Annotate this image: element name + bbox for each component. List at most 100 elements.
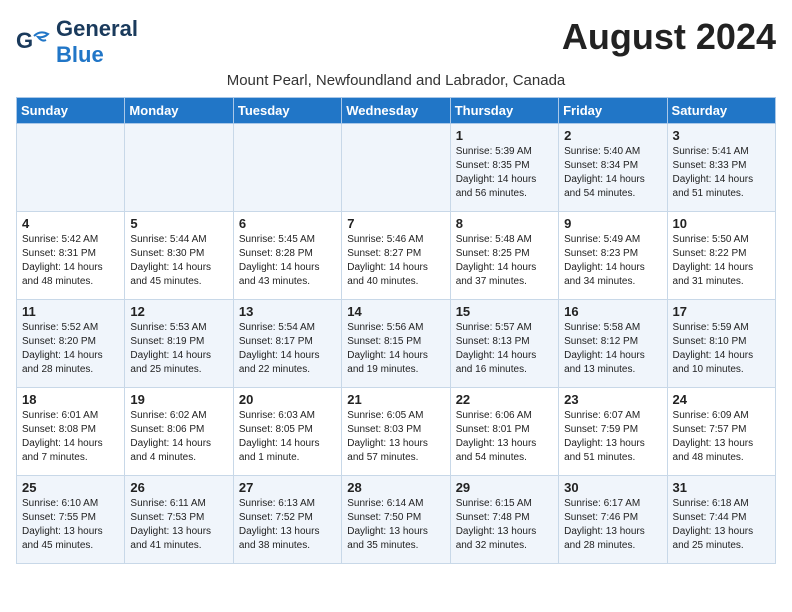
day-number: 20: [239, 392, 336, 407]
day-number: 27: [239, 480, 336, 495]
day-number: 19: [130, 392, 227, 407]
day-info: Sunrise: 6:17 AM Sunset: 7:46 PM Dayligh…: [564, 497, 661, 553]
calendar-cell: 18 Sunrise: 6:01 AM Sunset: 8:08 PM Dayli…: [17, 388, 125, 476]
day-info: Sunrise: 5:46 AM Sunset: 8:27 PM Dayligh…: [347, 233, 444, 289]
day-info: Sunrise: 5:40 AM Sunset: 8:34 PM Dayligh…: [564, 145, 661, 201]
calendar-cell: 7 Sunrise: 5:46 AM Sunset: 8:27 PM Daylig…: [342, 212, 450, 300]
svg-text:G: G: [16, 28, 33, 53]
calendar-cell: 1 Sunrise: 5:39 AM Sunset: 8:35 PM Daylig…: [450, 124, 558, 212]
day-number: 31: [673, 480, 770, 495]
calendar-cell: 24Sunrise: 6:09 AM Sunset: 7:57 PM Dayli…: [667, 388, 775, 476]
day-number: 29: [456, 480, 553, 495]
day-number: 12: [130, 304, 227, 319]
day-info: Sunrise: 6:03 AM Sunset: 8:05 PM Dayligh…: [239, 409, 336, 465]
day-info: Sunrise: 5:48 AM Sunset: 8:25 PM Dayligh…: [456, 233, 553, 289]
calendar-cell: 27 Sunrise: 6:13 AM Sunset: 7:52 PM Dayli…: [233, 476, 341, 564]
day-info: Sunrise: 5:50 AM Sunset: 8:22 PM Dayligh…: [673, 233, 770, 289]
day-number: 14: [347, 304, 444, 319]
calendar-cell: 29 Sunrise: 6:15 AM Sunset: 7:48 PM Dayli…: [450, 476, 558, 564]
day-info: Sunrise: 6:05 AM Sunset: 8:03 PM Dayligh…: [347, 409, 444, 465]
day-info: Sunrise: 6:01 AM Sunset: 8:08 PM Dayligh…: [22, 409, 119, 465]
day-info: Sunrise: 5:41 AM Sunset: 8:33 PM Dayligh…: [673, 145, 770, 201]
calendar-cell: 11Sunrise: 5:52 AM Sunset: 8:20 PM Dayli…: [17, 300, 125, 388]
day-info: Sunrise: 5:56 AM Sunset: 8:15 PM Dayligh…: [347, 321, 444, 377]
day-number: 22: [456, 392, 553, 407]
calendar-cell: 16 Sunrise: 5:58 AM Sunset: 8:12 PM Dayli…: [559, 300, 667, 388]
calendar-cell: 31 Sunrise: 6:18 AM Sunset: 7:44 PM Dayli…: [667, 476, 775, 564]
day-info: Sunrise: 6:15 AM Sunset: 7:48 PM Dayligh…: [456, 497, 553, 553]
calendar-cell: 15 Sunrise: 5:57 AM Sunset: 8:13 PM Dayli…: [450, 300, 558, 388]
weekday-header-monday: Monday: [125, 98, 233, 124]
calendar-cell: 20 Sunrise: 6:03 AM Sunset: 8:05 PM Dayli…: [233, 388, 341, 476]
day-info: Sunrise: 5:53 AM Sunset: 8:19 PM Dayligh…: [130, 321, 227, 377]
day-number: 7: [347, 216, 444, 231]
day-number: 5: [130, 216, 227, 231]
day-number: 17: [673, 304, 770, 319]
calendar-cell: 22 Sunrise: 6:06 AM Sunset: 8:01 PM Dayli…: [450, 388, 558, 476]
calendar-cell: 17 Sunrise: 5:59 AM Sunset: 8:10 PM Dayli…: [667, 300, 775, 388]
calendar-cell: 26Sunrise: 6:11 AM Sunset: 7:53 PM Dayli…: [125, 476, 233, 564]
calendar-cell: 10 Sunrise: 5:50 AM Sunset: 8:22 PM Dayli…: [667, 212, 775, 300]
day-number: 30: [564, 480, 661, 495]
location-title: Mount Pearl, Newfoundland and Labrador, …: [16, 72, 776, 89]
day-number: 13: [239, 304, 336, 319]
day-info: Sunrise: 6:10 AM Sunset: 7:55 PM Dayligh…: [22, 497, 119, 553]
logo-icon: G: [16, 28, 52, 56]
calendar-cell: 13 Sunrise: 5:54 AM Sunset: 8:17 PM Dayli…: [233, 300, 341, 388]
calendar-cell: 23 Sunrise: 6:07 AM Sunset: 7:59 PM Dayli…: [559, 388, 667, 476]
day-info: Sunrise: 6:14 AM Sunset: 7:50 PM Dayligh…: [347, 497, 444, 553]
day-info: Sunrise: 6:18 AM Sunset: 7:44 PM Dayligh…: [673, 497, 770, 553]
day-info: Sunrise: 5:42 AM Sunset: 8:31 PM Dayligh…: [22, 233, 119, 289]
day-info: Sunrise: 5:52 AM Sunset: 8:20 PM Dayligh…: [22, 321, 119, 377]
logo-general-text: General: [56, 16, 138, 41]
day-number: 15: [456, 304, 553, 319]
day-info: Sunrise: 6:02 AM Sunset: 8:06 PM Dayligh…: [130, 409, 227, 465]
day-number: 28: [347, 480, 444, 495]
calendar-cell: 9 Sunrise: 5:49 AM Sunset: 8:23 PM Daylig…: [559, 212, 667, 300]
day-number: 23: [564, 392, 661, 407]
page-header: G General Blue August 2024: [16, 16, 776, 68]
weekday-header-sunday: Sunday: [17, 98, 125, 124]
calendar-cell: 5 Sunrise: 5:44 AM Sunset: 8:30 PM Daylig…: [125, 212, 233, 300]
day-info: Sunrise: 5:39 AM Sunset: 8:35 PM Dayligh…: [456, 145, 553, 201]
weekday-header-thursday: Thursday: [450, 98, 558, 124]
day-info: Sunrise: 6:06 AM Sunset: 8:01 PM Dayligh…: [456, 409, 553, 465]
day-info: Sunrise: 5:58 AM Sunset: 8:12 PM Dayligh…: [564, 321, 661, 377]
weekday-header-tuesday: Tuesday: [233, 98, 341, 124]
day-info: Sunrise: 6:09 AM Sunset: 7:57 PM Dayligh…: [673, 409, 770, 465]
calendar-cell: 14 Sunrise: 5:56 AM Sunset: 8:15 PM Dayli…: [342, 300, 450, 388]
day-info: Sunrise: 6:07 AM Sunset: 7:59 PM Dayligh…: [564, 409, 661, 465]
calendar-cell: 21 Sunrise: 6:05 AM Sunset: 8:03 PM Dayli…: [342, 388, 450, 476]
day-number: 9: [564, 216, 661, 231]
calendar-cell: 30 Sunrise: 6:17 AM Sunset: 7:46 PM Dayli…: [559, 476, 667, 564]
day-number: 10: [673, 216, 770, 231]
logo: G General Blue: [16, 16, 138, 68]
calendar-cell: [233, 124, 341, 212]
day-number: 1: [456, 128, 553, 143]
day-number: 2: [564, 128, 661, 143]
day-info: Sunrise: 5:54 AM Sunset: 8:17 PM Dayligh…: [239, 321, 336, 377]
calendar-cell: 4 Sunrise: 5:42 AM Sunset: 8:31 PM Daylig…: [17, 212, 125, 300]
calendar-cell: 19 Sunrise: 6:02 AM Sunset: 8:06 PM Dayli…: [125, 388, 233, 476]
day-number: 4: [22, 216, 119, 231]
day-info: Sunrise: 5:57 AM Sunset: 8:13 PM Dayligh…: [456, 321, 553, 377]
day-number: 21: [347, 392, 444, 407]
logo-blue-text: Blue: [56, 42, 104, 67]
calendar-cell: [125, 124, 233, 212]
calendar-cell: 8 Sunrise: 5:48 AM Sunset: 8:25 PM Daylig…: [450, 212, 558, 300]
day-number: 18: [22, 392, 119, 407]
calendar-cell: [17, 124, 125, 212]
day-info: Sunrise: 5:44 AM Sunset: 8:30 PM Dayligh…: [130, 233, 227, 289]
day-number: 8: [456, 216, 553, 231]
day-info: Sunrise: 5:49 AM Sunset: 8:23 PM Dayligh…: [564, 233, 661, 289]
day-info: Sunrise: 6:11 AM Sunset: 7:53 PM Dayligh…: [130, 497, 227, 553]
day-info: Sunrise: 5:45 AM Sunset: 8:28 PM Dayligh…: [239, 233, 336, 289]
calendar-table: SundayMondayTuesdayWednesdayThursdayFrid…: [16, 97, 776, 564]
day-info: Sunrise: 5:59 AM Sunset: 8:10 PM Dayligh…: [673, 321, 770, 377]
calendar-cell: 12 Sunrise: 5:53 AM Sunset: 8:19 PM Dayli…: [125, 300, 233, 388]
day-number: 16: [564, 304, 661, 319]
day-number: 3: [673, 128, 770, 143]
day-info: Sunrise: 6:13 AM Sunset: 7:52 PM Dayligh…: [239, 497, 336, 553]
calendar-cell: [342, 124, 450, 212]
weekday-header-friday: Friday: [559, 98, 667, 124]
